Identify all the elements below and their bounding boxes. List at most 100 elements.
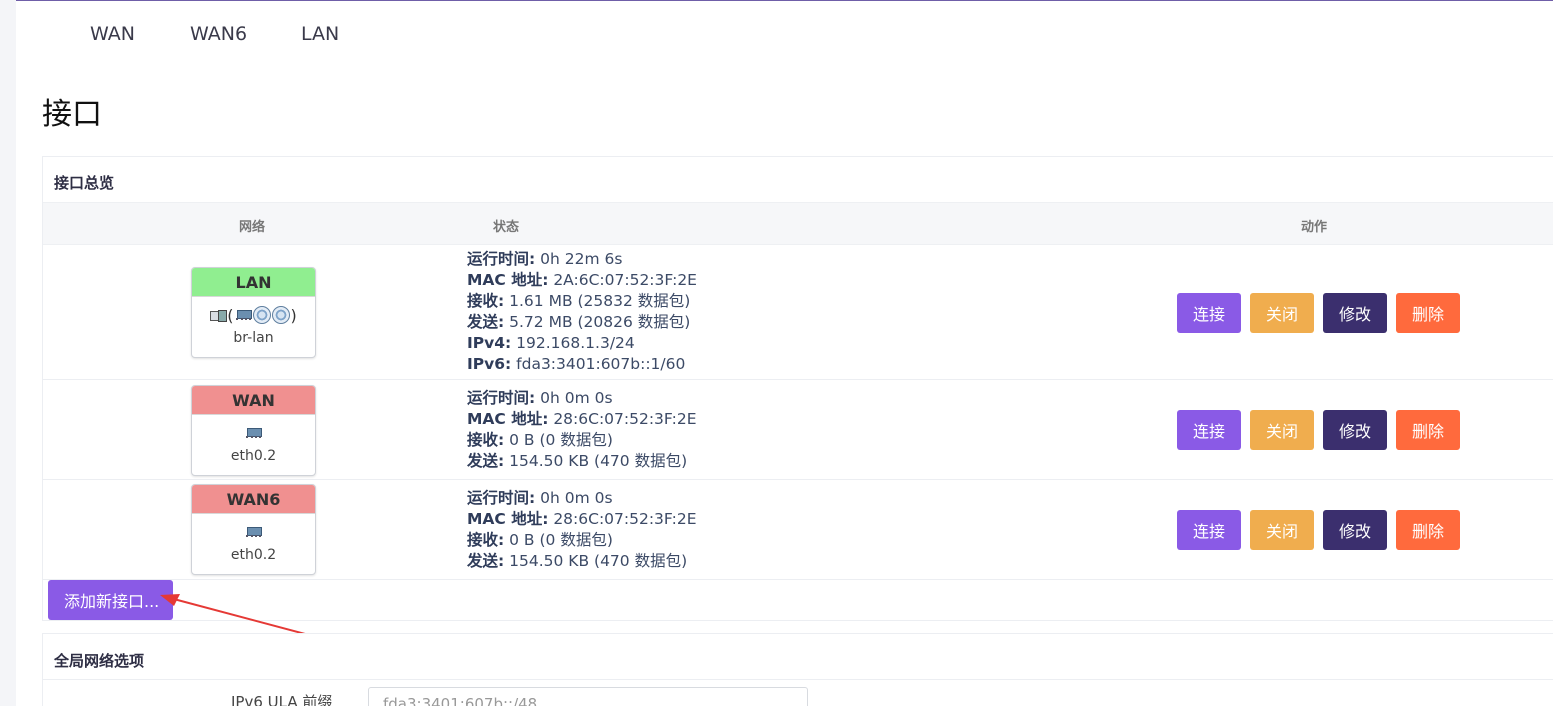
status-value: 154.50 KB (470 数据包) xyxy=(504,452,688,470)
status-label: 接收: xyxy=(467,431,505,449)
interface-badge: WAN6 eth0.2 xyxy=(191,484,316,575)
status-value: 0 B (0 数据包) xyxy=(504,431,613,449)
ethernet-icon xyxy=(245,427,262,440)
interface-actions: 连接 关闭 修改 删除 xyxy=(1177,510,1460,550)
status-label: MAC 地址: xyxy=(467,271,549,289)
status-label: 发送: xyxy=(467,552,505,570)
paren-open: ( xyxy=(227,305,234,325)
status-label: 接收: xyxy=(467,292,505,310)
status-line: MAC 地址: 2A:6C:07:52:3F:2E xyxy=(467,270,697,291)
status-line: 发送: 5.72 MB (20826 数据包) xyxy=(467,312,697,333)
status-line: 接收: 0 B (0 数据包) xyxy=(467,530,697,551)
overview-heading: 接口总览 xyxy=(54,174,115,192)
status-value: fda3:3401:607b::1/60 xyxy=(511,355,686,373)
global-network-options-panel: 全局网络选项 IPv6 ULA 前缀 xyxy=(42,633,1553,706)
table-row: WAN eth0.2 运行时间: 0h 0m 0s MAC 地址: 28:6C:07:… xyxy=(43,380,1553,480)
status-value: 0 B (0 数据包) xyxy=(504,531,613,549)
table-row: LAN() br-lan 运行时间: 0h 22m 6s MAC 地址: 2A:6C:… xyxy=(43,246,1553,380)
interface-actions: 连接 关闭 修改 删除 xyxy=(1177,293,1460,333)
column-header-actions: 动作 xyxy=(1301,220,1328,235)
interface-name: WAN6 xyxy=(192,485,315,514)
status-line: MAC 地址: 28:6C:07:52:3F:2E xyxy=(467,409,697,430)
status-value: 5.72 MB (20826 数据包) xyxy=(504,313,691,331)
status-line: MAC 地址: 28:6C:07:52:3F:2E xyxy=(467,509,697,530)
status-label: 运行时间: xyxy=(467,250,536,268)
interface-status: 运行时间: 0h 0m 0s MAC 地址: 28:6C:07:52:3F:2E 接… xyxy=(467,388,697,472)
status-label: MAC 地址: xyxy=(467,410,549,428)
interface-device: eth0.2 xyxy=(230,448,277,464)
arrow-head xyxy=(160,594,180,606)
status-label: 接收: xyxy=(467,531,505,549)
tab-wan6[interactable]: WAN6 xyxy=(190,23,247,45)
wifi-icon xyxy=(252,306,271,324)
global-options-heading: 全局网络选项 xyxy=(54,652,145,670)
interface-device-icons xyxy=(192,517,315,547)
connect-button[interactable]: 连接 xyxy=(1177,510,1241,550)
column-header-status: 状态 xyxy=(493,220,520,235)
connect-button[interactable]: 连接 xyxy=(1177,410,1241,450)
interface-device: eth0.2 xyxy=(230,547,277,563)
paren-close: ) xyxy=(290,305,297,325)
ipv6-ula-prefix-label: IPv6 ULA 前缀 xyxy=(231,693,333,706)
edit-button[interactable]: 修改 xyxy=(1323,293,1387,333)
table-row: WAN6 eth0.2 运行时间: 0h 0m 0s MAC 地址: 28:6C:07… xyxy=(43,480,1553,580)
add-interface-button[interactable]: 添加新接口... xyxy=(48,580,173,620)
stop-button[interactable]: 关闭 xyxy=(1250,293,1314,333)
interface-device-icons xyxy=(192,418,315,448)
interface-name: WAN xyxy=(192,386,315,415)
ipv6-ula-prefix-input[interactable] xyxy=(368,687,808,706)
status-line: IPv4: 192.168.1.3/24 xyxy=(467,333,697,354)
stop-button[interactable]: 关闭 xyxy=(1250,410,1314,450)
page-title: 接口 xyxy=(42,97,102,132)
interface-actions: 连接 关闭 修改 删除 xyxy=(1177,410,1460,450)
bridge-icon xyxy=(210,308,228,322)
status-line: 运行时间: 0h 0m 0s xyxy=(467,488,697,509)
status-line: 发送: 154.50 KB (470 数据包) xyxy=(467,551,697,572)
status-line: 运行时间: 0h 22m 6s xyxy=(467,249,697,270)
interface-name: LAN xyxy=(192,268,315,297)
delete-button[interactable]: 删除 xyxy=(1396,410,1460,450)
interface-status: 运行时间: 0h 0m 0s MAC 地址: 28:6C:07:52:3F:2E 接… xyxy=(467,488,697,572)
status-line: 接收: 1.61 MB (25832 数据包) xyxy=(467,291,697,312)
column-header-network: 网络 xyxy=(239,220,266,235)
page-content: WAN WAN6 LAN 接口 接口总览 网络 状态 动作 LAN () br-la… xyxy=(16,1,1553,706)
status-label: MAC 地址: xyxy=(467,510,549,528)
interface-badge: WAN eth0.2 xyxy=(191,385,316,476)
status-label: IPv4: xyxy=(467,334,512,352)
status-value: 28:6C:07:52:3F:2E xyxy=(548,510,697,528)
stop-button[interactable]: 关闭 xyxy=(1250,510,1314,550)
status-label: 发送: xyxy=(467,452,505,470)
connect-button[interactable]: 连接 xyxy=(1177,293,1241,333)
status-label: 发送: xyxy=(467,313,505,331)
edit-button[interactable]: 修改 xyxy=(1323,510,1387,550)
ethernet-icon xyxy=(245,526,262,539)
status-line: 接收: 0 B (0 数据包) xyxy=(467,430,697,451)
tab-lan[interactable]: LAN xyxy=(301,23,339,45)
status-line: IPv6: fda3:3401:607b::1/60 xyxy=(467,354,697,375)
interface-device: br-lan xyxy=(233,330,274,346)
status-label: IPv6: xyxy=(467,355,512,373)
status-value: 1.61 MB (25832 数据包) xyxy=(504,292,691,310)
status-value: 28:6C:07:52:3F:2E xyxy=(548,410,697,428)
status-line: 发送: 154.50 KB (470 数据包) xyxy=(467,451,697,472)
table-header: 网络 状态 动作 xyxy=(43,202,1553,245)
delete-button[interactable]: 删除 xyxy=(1396,293,1460,333)
ethernet-icon xyxy=(235,309,252,322)
status-line: 运行时间: 0h 0m 0s xyxy=(467,388,697,409)
divider xyxy=(43,679,1553,680)
status-label: 运行时间: xyxy=(467,489,536,507)
status-value: 0h 22m 6s xyxy=(535,250,623,268)
status-value: 192.168.1.3/24 xyxy=(511,334,635,352)
interface-overview-panel: 接口总览 网络 状态 动作 LAN () br-lan 运行时间: 0h 22m 6s… xyxy=(42,156,1553,621)
edit-button[interactable]: 修改 xyxy=(1323,410,1387,450)
status-value: 0h 0m 0s xyxy=(535,389,613,407)
status-value: 2A:6C:07:52:3F:2E xyxy=(548,271,697,289)
status-value: 0h 0m 0s xyxy=(535,489,613,507)
wifi-icon xyxy=(271,306,290,324)
interface-status: 运行时间: 0h 22m 6s MAC 地址: 2A:6C:07:52:3F:2E… xyxy=(467,249,697,375)
tab-wan[interactable]: WAN xyxy=(90,23,135,45)
status-label: 运行时间: xyxy=(467,389,536,407)
interface-badge: LAN () br-lan xyxy=(191,267,316,358)
left-gutter xyxy=(0,0,16,706)
delete-button[interactable]: 删除 xyxy=(1396,510,1460,550)
